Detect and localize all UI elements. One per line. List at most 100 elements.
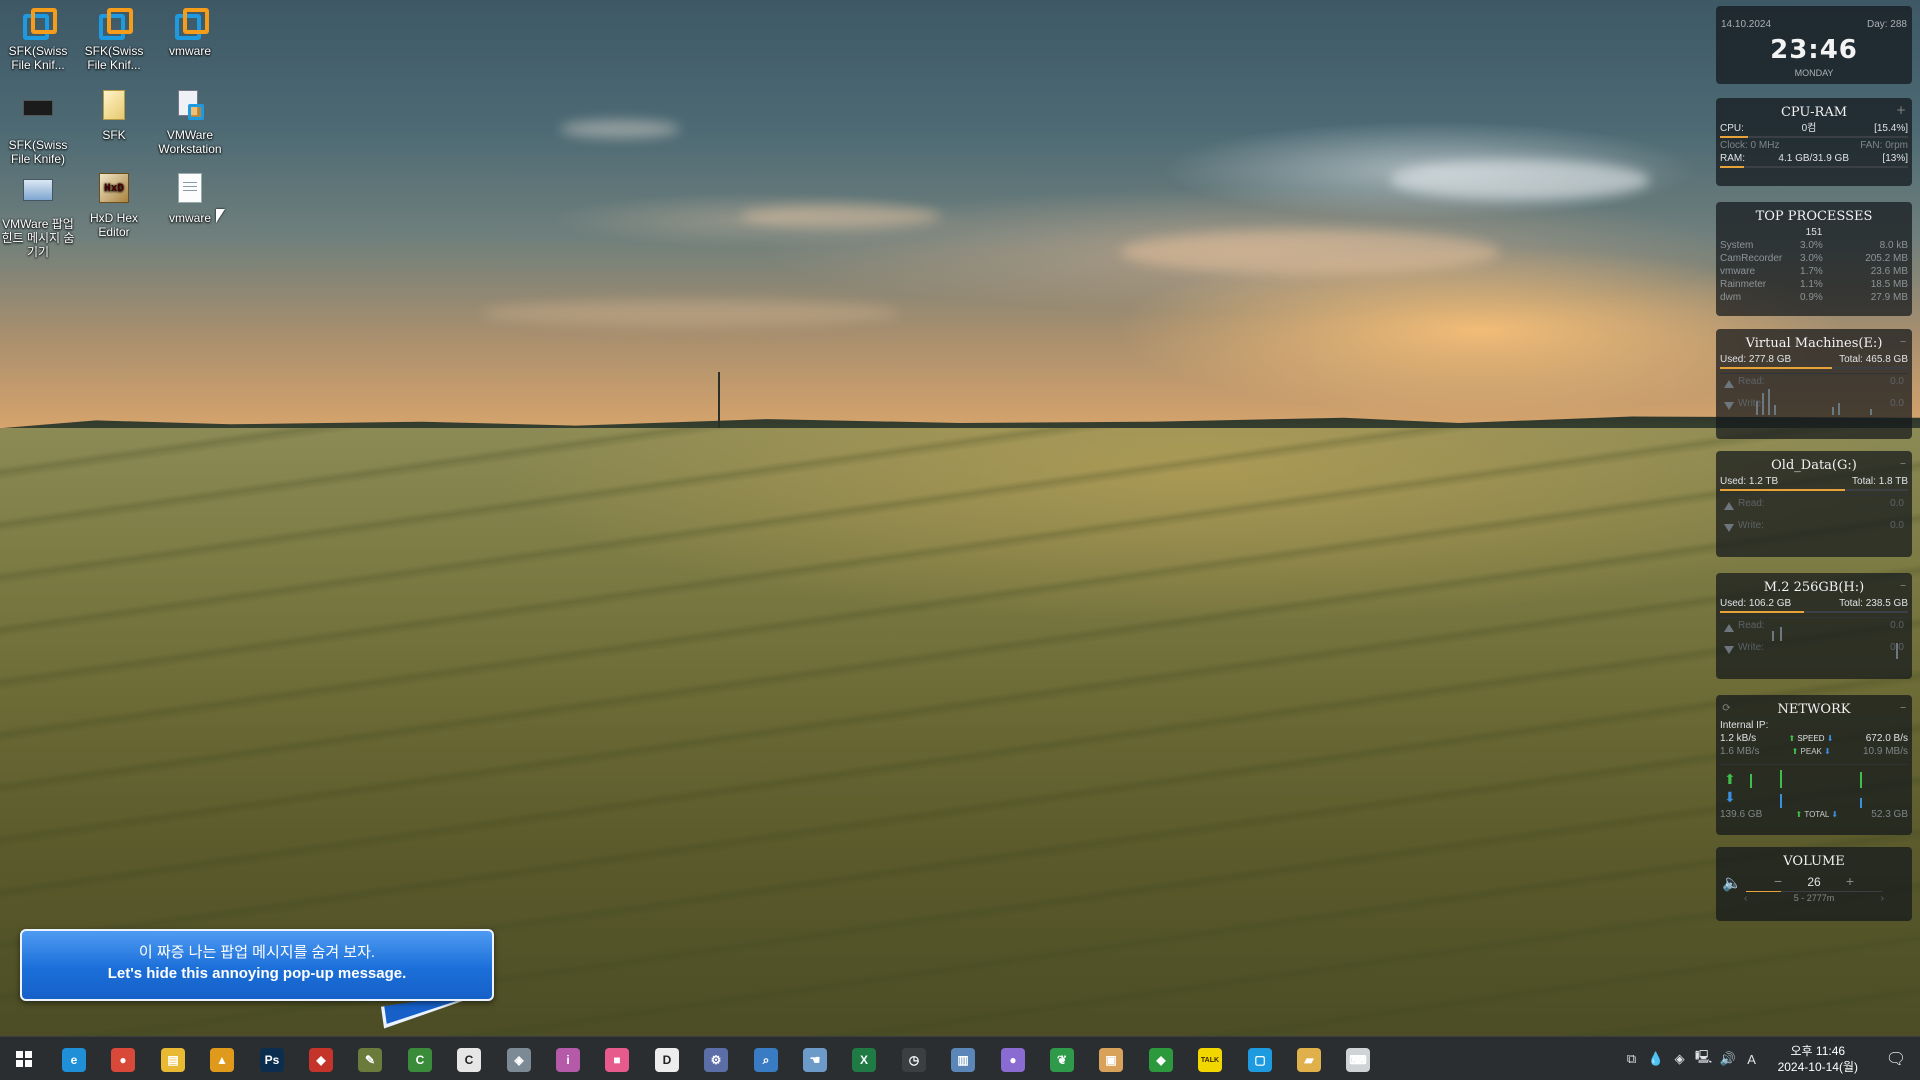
desktop-icon-sfk-1[interactable]: SFK(Swiss File Knif... <box>1 6 75 72</box>
app-leaf-icon: ❦ <box>1050 1048 1074 1072</box>
volume-widget: VOLUME 🔈 − 26 + ‹ 5 - 2777m › <box>1716 847 1912 921</box>
desktop-icon-sfk-file[interactable]: SFK <box>77 90 151 142</box>
write-arrow-icon <box>1724 402 1734 410</box>
top-processes-title: TOP PROCESSES <box>1755 209 1873 224</box>
network-title: NETWORK <box>1777 702 1851 717</box>
taskbar-app-app-brush[interactable]: ✎ <box>350 1043 390 1077</box>
process-row: CamRecorder 3.0% 205.2 MB <box>1720 253 1908 264</box>
start-button[interactable] <box>0 1037 48 1080</box>
app-folder-icon: ▰ <box>1297 1048 1321 1072</box>
taskbar-app-app-d[interactable]: D <box>647 1043 687 1077</box>
taskbar-app-excel[interactable]: X <box>844 1043 884 1077</box>
ime-indicator[interactable]: A <box>1740 1052 1764 1067</box>
drive-total: Total: 465.8 GB <box>1839 354 1908 365</box>
app-ball-icon: ● <box>1001 1048 1025 1072</box>
taskbar-app-app-hand[interactable]: ☚ <box>795 1043 835 1077</box>
taskbar-app-app-orange[interactable]: ▲ <box>202 1043 242 1077</box>
volume-bar[interactable] <box>1746 891 1882 892</box>
app-green-c-icon: C <box>408 1048 432 1072</box>
process-row: System 3.0% 8.0 kB <box>1720 240 1908 251</box>
desktop-icon-sfk-exe[interactable]: SFK(Swiss File Knife) <box>1 90 75 166</box>
tray-drop-icon[interactable]: 💧 <box>1644 1051 1668 1067</box>
ram-percent: [13%] <box>1882 153 1908 164</box>
app-green-diamond-icon: ◆ <box>1149 1048 1173 1072</box>
notification-icon[interactable]: 🗨 <box>1872 1049 1920 1069</box>
widget-title: M.2 256GB(H:) – <box>1716 573 1912 597</box>
photoshop-icon: Ps <box>260 1048 284 1072</box>
app-d-icon: D <box>655 1048 679 1072</box>
taskbar-app-kakaotalk[interactable]: TALK <box>1190 1043 1230 1077</box>
desktop-icon-sfk-2[interactable]: SFK(Swiss File Knif... <box>77 6 151 72</box>
volume-level: 26 <box>1807 875 1821 889</box>
collapse-icon[interactable]: – <box>1900 456 1906 470</box>
drive-usage-row: Used: 106.2 GB Total: 238.5 GB <box>1716 597 1912 610</box>
speed-value: 672.0 B/s <box>1865 733 1908 744</box>
ram-row: RAM: 4.1 GB/31.9 GB [13%] <box>1716 152 1912 165</box>
taskbar-app-explorer[interactable]: ▤ <box>153 1043 193 1077</box>
exe-icon <box>21 100 55 134</box>
read-label: Read: <box>1738 376 1765 387</box>
kakaotalk-icon: TALK <box>1198 1048 1222 1072</box>
taskbar-app-app-green-c[interactable]: C <box>400 1043 440 1077</box>
add-icon[interactable]: + <box>1896 103 1906 117</box>
wallpaper-pole <box>718 372 720 430</box>
taskbar-app-app-notes[interactable]: ▥ <box>943 1043 983 1077</box>
app-keyboard-icon: ⌨ <box>1346 1048 1370 1072</box>
desktop-icon-label: HxD Hex Editor <box>89 211 138 239</box>
vmware-icon <box>173 6 209 40</box>
taskbar-app-app-green-diamond[interactable]: ◆ <box>1141 1043 1181 1077</box>
taskbar-app-app-red[interactable]: ◆ <box>301 1043 341 1077</box>
refresh-icon[interactable]: ⟳ <box>1722 701 1731 714</box>
taskbar-app-app-leaf[interactable]: ❦ <box>1042 1043 1082 1077</box>
taskbar-app-app-white-c[interactable]: C <box>449 1043 489 1077</box>
network-icon[interactable]: 🖳 <box>1692 1048 1716 1070</box>
taskbar-app-app-pink[interactable]: ■ <box>597 1043 637 1077</box>
taskbar-app-edge[interactable]: e <box>54 1043 94 1077</box>
desktop-icon-vmware-hint[interactable]: VMWare 팝업 힌트 메시지 숨기기 <box>1 173 75 259</box>
taskbar-app-app-search[interactable]: ⌕ <box>746 1043 786 1077</box>
taskbar-app-app-info[interactable]: i <box>548 1043 588 1077</box>
volume-up-button[interactable]: + <box>1846 873 1854 889</box>
taskbar-app-vmware[interactable]: ▢ <box>1240 1043 1280 1077</box>
taskbar-app-app-folder[interactable]: ▰ <box>1289 1043 1329 1077</box>
hxd-icon: HxD <box>97 173 131 207</box>
desktop-icon-hxd[interactable]: HxD HxD Hex Editor <box>77 173 151 239</box>
volume-title: VOLUME <box>1783 854 1845 869</box>
write-arrow-icon <box>1724 524 1734 532</box>
process-row: dwm 0.9% 27.9 MB <box>1720 292 1908 303</box>
taskbar-app-app-diamond[interactable]: ◈ <box>499 1043 539 1077</box>
taskbar-app-photoshop[interactable]: Ps <box>252 1043 292 1077</box>
collapse-icon[interactable]: – <box>1900 578 1906 592</box>
desktop-icon-vmware[interactable]: vmware <box>153 6 227 58</box>
ram-bar <box>1720 166 1908 168</box>
taskbar-app-app-keyboard[interactable]: ⌨ <box>1338 1043 1378 1077</box>
drive-title: Old_Data(G:) <box>1771 458 1857 473</box>
write-label: Write: <box>1738 520 1764 531</box>
taskbar-app-app-clock[interactable]: ◷ <box>894 1043 934 1077</box>
taskbar-app-app-paper[interactable]: ▣ <box>1091 1043 1131 1077</box>
desktop-icon-vmware-workstation[interactable]: VMWare Workstation <box>153 90 227 156</box>
desktop-wallpaper <box>0 0 1920 1036</box>
popup-line-english: Let's hide this annoying pop-up message. <box>107 965 407 982</box>
task-view-icon[interactable]: ⧉ <box>1620 1051 1644 1067</box>
app-tools-icon: ⚙ <box>704 1048 728 1072</box>
write-arrow-icon <box>1724 646 1734 654</box>
collapse-icon[interactable]: – <box>1900 700 1906 714</box>
widget-title: ⟳ NETWORK – <box>1716 695 1912 719</box>
desktop-icon-label: SFK <box>102 128 126 142</box>
taskbar-app-app-tools[interactable]: ⚙ <box>696 1043 736 1077</box>
cpu-ram-title: CPU-RAM <box>1780 105 1848 120</box>
internal-ip-label: Internal IP: <box>1720 720 1769 731</box>
top-processes-widget: TOP PROCESSES 151 System 3.0% 8.0 kB CamRe… <box>1716 202 1912 316</box>
internal-ip-row: Internal IP: <box>1716 719 1912 732</box>
taskbar-app-chrome[interactable]: ● <box>103 1043 143 1077</box>
next-device-icon[interactable]: › <box>1881 893 1884 904</box>
collapse-icon[interactable]: – <box>1900 334 1906 348</box>
cpu-percent: [15.4%] <box>1874 123 1908 134</box>
speaker-icon[interactable]: 🔊 <box>1716 1051 1740 1067</box>
up-arrow-icon: ⬆ <box>1791 747 1799 756</box>
download-arrow-icon: ⬇ <box>1724 789 1736 805</box>
taskbar-app-app-ball[interactable]: ● <box>993 1043 1033 1077</box>
tray-shield-icon[interactable]: ◈ <box>1668 1051 1692 1067</box>
tray-clock[interactable]: 오후 11:46 2024-10-14(월) <box>1764 1043 1872 1075</box>
